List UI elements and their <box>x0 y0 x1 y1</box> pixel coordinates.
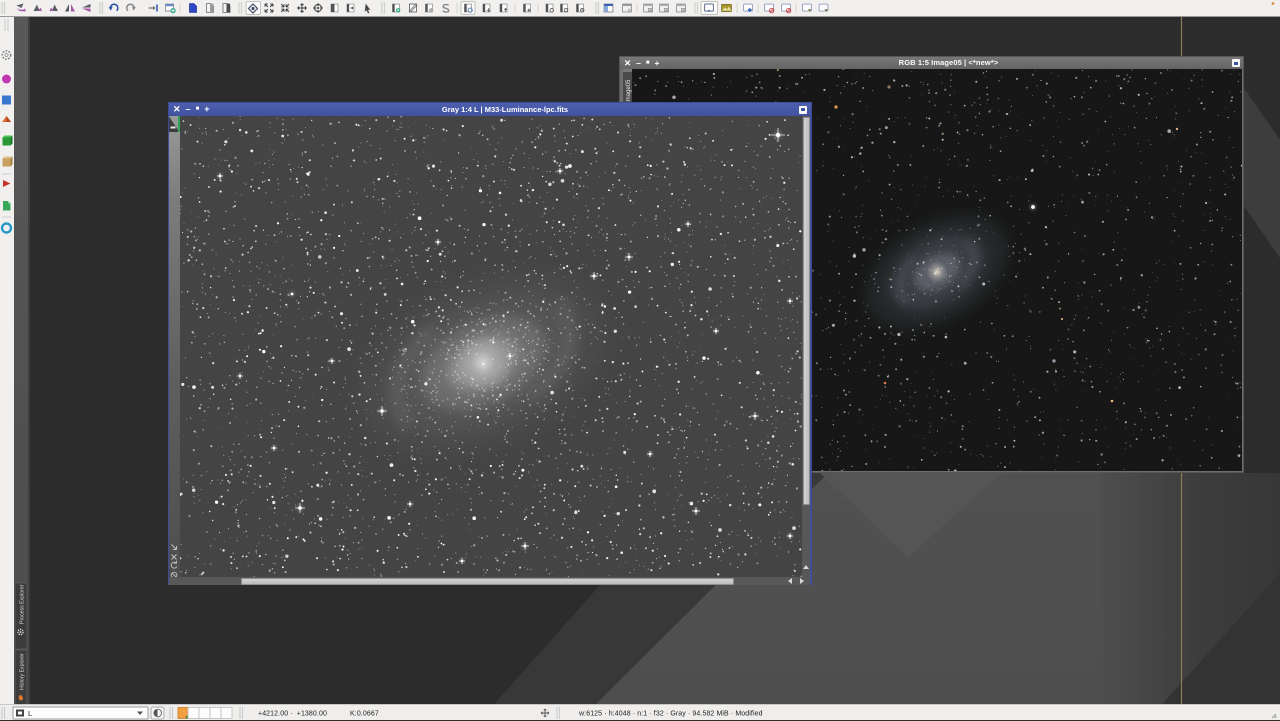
svg-text:Process Explorer: Process Explorer <box>20 584 26 624</box>
svg-text:Image05: Image05 <box>626 79 632 103</box>
svg-text:History Explorer: History Explorer <box>20 653 26 690</box>
